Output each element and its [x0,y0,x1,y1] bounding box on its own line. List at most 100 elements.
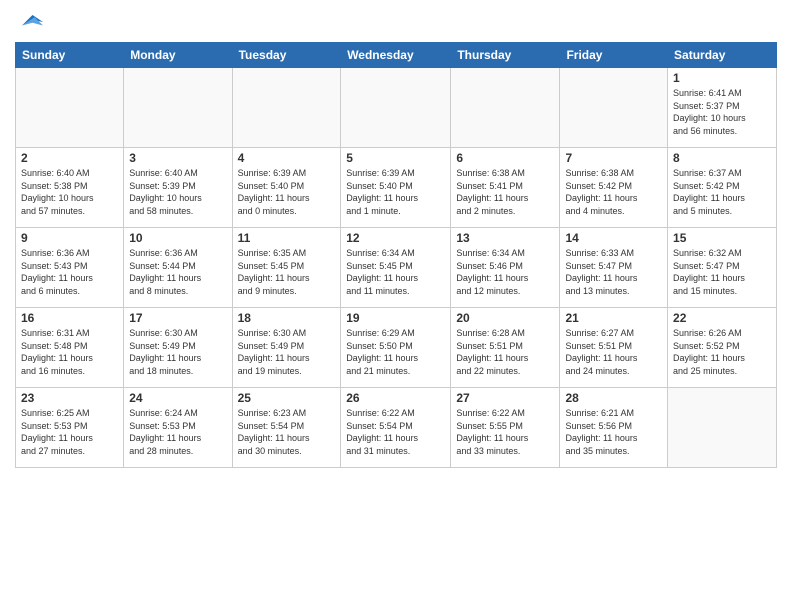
day-cell: 18 Sunrise: 6:30 AM Sunset: 5:49 PM Dayli… [232,308,341,388]
day-info: Sunrise: 6:38 AM Sunset: 5:41 PM Dayligh… [456,167,554,217]
day-number: 23 [21,391,118,405]
day-cell: 6 Sunrise: 6:38 AM Sunset: 5:41 PM Daylig… [451,148,560,228]
day-number: 7 [565,151,662,165]
logo [15,10,45,34]
header-row: Sunday Monday Tuesday Wednesday Thursday… [16,43,777,68]
day-cell: 7 Sunrise: 6:38 AM Sunset: 5:42 PM Daylig… [560,148,668,228]
day-number: 4 [238,151,336,165]
day-number: 21 [565,311,662,325]
day-cell: 23 Sunrise: 6:25 AM Sunset: 5:53 PM Dayli… [16,388,124,468]
day-cell: 20 Sunrise: 6:28 AM Sunset: 5:51 PM Dayli… [451,308,560,388]
day-number: 1 [673,71,771,85]
day-number: 19 [346,311,445,325]
day-cell [16,68,124,148]
calendar-body: 1 Sunrise: 6:41 AM Sunset: 5:37 PM Daylig… [16,68,777,468]
col-thursday: Thursday [451,43,560,68]
day-cell: 21 Sunrise: 6:27 AM Sunset: 5:51 PM Dayli… [560,308,668,388]
day-number: 20 [456,311,554,325]
day-cell: 13Sunrise: 6:34 AM Sunset: 5:46 PM Dayli… [451,228,560,308]
day-info: Sunrise: 6:41 AM Sunset: 5:37 PM Dayligh… [673,87,771,137]
day-cell: 5 Sunrise: 6:39 AM Sunset: 5:40 PM Daylig… [341,148,451,228]
day-info: Sunrise: 6:27 AM Sunset: 5:51 PM Dayligh… [565,327,662,377]
day-info: Sunrise: 6:22 AM Sunset: 5:55 PM Dayligh… [456,407,554,457]
day-info: Sunrise: 6:30 AM Sunset: 5:49 PM Dayligh… [238,327,336,377]
day-info: Sunrise: 6:21 AM Sunset: 5:56 PM Dayligh… [565,407,662,457]
day-number: 18 [238,311,336,325]
day-cell [668,388,777,468]
day-info: Sunrise: 6:33 AM Sunset: 5:47 PM Dayligh… [565,247,662,297]
header [15,10,777,34]
day-cell: 1 Sunrise: 6:41 AM Sunset: 5:37 PM Daylig… [668,68,777,148]
day-cell: 26Sunrise: 6:22 AM Sunset: 5:54 PM Dayli… [341,388,451,468]
day-cell: 2 Sunrise: 6:40 AM Sunset: 5:38 PM Daylig… [16,148,124,228]
calendar: Sunday Monday Tuesday Wednesday Thursday… [15,42,777,468]
day-info: Sunrise: 6:32 AM Sunset: 5:47 PM Dayligh… [673,247,771,297]
day-info: Sunrise: 6:22 AM Sunset: 5:54 PM Dayligh… [346,407,445,457]
day-info: Sunrise: 6:25 AM Sunset: 5:53 PM Dayligh… [21,407,118,457]
day-number: 2 [21,151,118,165]
col-monday: Monday [124,43,232,68]
week-row-2: 9 Sunrise: 6:36 AM Sunset: 5:43 PM Daylig… [16,228,777,308]
day-cell: 16 Sunrise: 6:31 AM Sunset: 5:48 PM Dayli… [16,308,124,388]
day-number: 15 [673,231,771,245]
week-row-1: 2 Sunrise: 6:40 AM Sunset: 5:38 PM Daylig… [16,148,777,228]
day-number: 28 [565,391,662,405]
day-cell: 22Sunrise: 6:26 AM Sunset: 5:52 PM Dayli… [668,308,777,388]
day-number: 22 [673,311,771,325]
col-wednesday: Wednesday [341,43,451,68]
day-info: Sunrise: 6:38 AM Sunset: 5:42 PM Dayligh… [565,167,662,217]
day-cell [124,68,232,148]
day-cell: 4 Sunrise: 6:39 AM Sunset: 5:40 PM Daylig… [232,148,341,228]
calendar-header: Sunday Monday Tuesday Wednesday Thursday… [16,43,777,68]
week-row-4: 23 Sunrise: 6:25 AM Sunset: 5:53 PM Dayli… [16,388,777,468]
day-cell [341,68,451,148]
col-saturday: Saturday [668,43,777,68]
day-info: Sunrise: 6:23 AM Sunset: 5:54 PM Dayligh… [238,407,336,457]
day-number: 9 [21,231,118,245]
day-info: Sunrise: 6:39 AM Sunset: 5:40 PM Dayligh… [346,167,445,217]
day-info: Sunrise: 6:40 AM Sunset: 5:39 PM Dayligh… [129,167,226,217]
day-cell: 15 Sunrise: 6:32 AM Sunset: 5:47 PM Dayli… [668,228,777,308]
day-cell [232,68,341,148]
day-info: Sunrise: 6:35 AM Sunset: 5:45 PM Dayligh… [238,247,336,297]
day-info: Sunrise: 6:36 AM Sunset: 5:44 PM Dayligh… [129,247,226,297]
day-cell: 19 Sunrise: 6:29 AM Sunset: 5:50 PM Dayli… [341,308,451,388]
day-number: 11 [238,231,336,245]
day-info: Sunrise: 6:24 AM Sunset: 5:53 PM Dayligh… [129,407,226,457]
day-number: 8 [673,151,771,165]
day-info: Sunrise: 6:39 AM Sunset: 5:40 PM Dayligh… [238,167,336,217]
day-info: Sunrise: 6:37 AM Sunset: 5:42 PM Dayligh… [673,167,771,217]
week-row-0: 1 Sunrise: 6:41 AM Sunset: 5:37 PM Daylig… [16,68,777,148]
col-friday: Friday [560,43,668,68]
day-cell: 25 Sunrise: 6:23 AM Sunset: 5:54 PM Dayli… [232,388,341,468]
logo-icon [15,10,43,34]
day-number: 17 [129,311,226,325]
day-number: 14 [565,231,662,245]
day-info: Sunrise: 6:28 AM Sunset: 5:51 PM Dayligh… [456,327,554,377]
day-cell: 17 Sunrise: 6:30 AM Sunset: 5:49 PM Dayli… [124,308,232,388]
day-number: 5 [346,151,445,165]
day-cell: 28 Sunrise: 6:21 AM Sunset: 5:56 PM Dayli… [560,388,668,468]
day-info: Sunrise: 6:29 AM Sunset: 5:50 PM Dayligh… [346,327,445,377]
day-info: Sunrise: 6:40 AM Sunset: 5:38 PM Dayligh… [21,167,118,217]
day-cell: 3 Sunrise: 6:40 AM Sunset: 5:39 PM Daylig… [124,148,232,228]
page: Sunday Monday Tuesday Wednesday Thursday… [0,0,792,612]
day-info: Sunrise: 6:30 AM Sunset: 5:49 PM Dayligh… [129,327,226,377]
day-number: 3 [129,151,226,165]
day-number: 16 [21,311,118,325]
day-cell: 14 Sunrise: 6:33 AM Sunset: 5:47 PM Dayli… [560,228,668,308]
day-info: Sunrise: 6:34 AM Sunset: 5:45 PM Dayligh… [346,247,445,297]
col-sunday: Sunday [16,43,124,68]
day-cell: 12Sunrise: 6:34 AM Sunset: 5:45 PM Dayli… [341,228,451,308]
day-cell: 8 Sunrise: 6:37 AM Sunset: 5:42 PM Daylig… [668,148,777,228]
day-cell [451,68,560,148]
day-number: 27 [456,391,554,405]
day-number: 25 [238,391,336,405]
day-cell: 10Sunrise: 6:36 AM Sunset: 5:44 PM Dayli… [124,228,232,308]
day-info: Sunrise: 6:31 AM Sunset: 5:48 PM Dayligh… [21,327,118,377]
day-cell [560,68,668,148]
col-tuesday: Tuesday [232,43,341,68]
day-number: 6 [456,151,554,165]
day-cell: 27 Sunrise: 6:22 AM Sunset: 5:55 PM Dayli… [451,388,560,468]
day-info: Sunrise: 6:36 AM Sunset: 5:43 PM Dayligh… [21,247,118,297]
